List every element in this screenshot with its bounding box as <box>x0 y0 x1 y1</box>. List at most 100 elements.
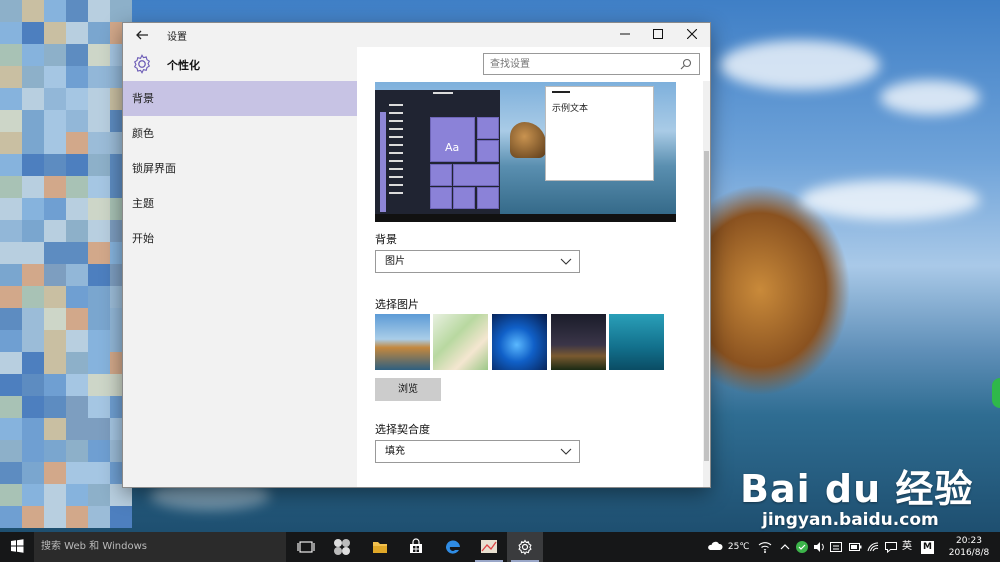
mosaic-cell <box>88 220 110 242</box>
taskbar-search[interactable]: 搜索 Web 和 Windows <box>34 532 286 562</box>
picture-thumbnail[interactable] <box>551 314 606 370</box>
taskbar-app-pinwheel[interactable] <box>324 532 360 562</box>
preview-menu-line <box>389 184 403 186</box>
mosaic-cell <box>0 286 22 308</box>
mosaic-cell <box>66 286 88 308</box>
mosaic-cell <box>44 176 66 198</box>
start-button[interactable] <box>0 532 34 562</box>
mosaic-cell <box>88 198 110 220</box>
battery-tray-icon[interactable] <box>848 532 862 562</box>
mosaic-cell <box>66 44 88 66</box>
content-scrollbar[interactable] <box>703 81 710 487</box>
taskbar-clock[interactable]: 20:23 2016/8/8 <box>944 535 994 559</box>
taskbar-app-paint[interactable] <box>471 532 507 562</box>
image-app-icon <box>481 540 497 553</box>
mosaic-cell <box>22 88 44 110</box>
wifi-icon[interactable] <box>758 532 772 562</box>
sidebar-item-start[interactable]: 开始 <box>123 221 357 256</box>
weather-widget[interactable]: 25℃ <box>707 532 749 562</box>
mosaic-cell <box>66 418 88 440</box>
background-type-dropdown[interactable]: 图片 <box>375 250 580 273</box>
mosaic-cell <box>22 506 44 528</box>
sidebar-item-themes[interactable]: 主题 <box>123 186 357 221</box>
mosaic-cell <box>0 352 22 374</box>
mosaic-cell <box>22 484 44 506</box>
mosaic-cell <box>44 440 66 462</box>
mosaic-cell <box>88 176 110 198</box>
mosaic-cell <box>22 154 44 176</box>
mosaic-cell <box>88 242 110 264</box>
window-title: 设置 <box>167 32 187 43</box>
back-button[interactable] <box>133 26 151 44</box>
mosaic-cell <box>44 242 66 264</box>
close-button[interactable] <box>675 23 709 47</box>
sidebar: 个性化 背景 颜色 锁屏界面 主题 开始 <box>123 47 357 487</box>
mosaic-cell <box>44 110 66 132</box>
mosaic-cell <box>110 0 132 22</box>
action-center-button[interactable] <box>884 532 898 562</box>
fit-dropdown[interactable]: 填充 <box>375 440 580 463</box>
preview-menu-line <box>389 168 403 170</box>
preview-tile-text: Aa <box>445 141 460 154</box>
temperature-text: 25℃ <box>727 542 750 552</box>
mosaic-cell <box>88 308 110 330</box>
picture-thumbnail[interactable] <box>609 314 664 370</box>
volume-tray-icon[interactable] <box>812 532 826 562</box>
ime-mode-indicator[interactable]: M <box>921 532 935 562</box>
taskbar-app-file-explorer[interactable] <box>362 532 398 562</box>
picture-thumbnails <box>375 314 667 370</box>
battery-icon <box>849 543 862 551</box>
taskbar-app-settings[interactable] <box>507 532 543 562</box>
mosaic-cell <box>22 440 44 462</box>
maximize-button[interactable] <box>641 23 675 47</box>
sidebar-item-colors[interactable]: 颜色 <box>123 116 357 151</box>
taskbar-app-edge[interactable] <box>435 532 471 562</box>
taskbar-app-store[interactable] <box>398 532 434 562</box>
preview-menu-line <box>389 152 403 154</box>
baidu-logo-text: Bai du 经验 <box>740 467 974 511</box>
sidebar-item-lock-screen[interactable]: 锁屏界面 <box>123 151 357 186</box>
preview-tile <box>430 117 475 162</box>
task-view-button[interactable] <box>288 532 324 562</box>
edge-notification-icon[interactable] <box>992 378 1000 408</box>
mosaic-cell <box>110 484 132 506</box>
mosaic-cell <box>0 264 22 286</box>
picture-thumbnail[interactable] <box>433 314 488 370</box>
network-tray-icon[interactable] <box>866 532 880 562</box>
background-preview: Aa 示例文本 <box>375 82 676 222</box>
mosaic-cell <box>88 330 110 352</box>
section-title: 个性化 <box>167 59 200 72</box>
preview-menu-line <box>389 144 403 146</box>
minimize-button[interactable] <box>608 23 642 47</box>
mosaic-cell <box>44 44 66 66</box>
mosaic-cell <box>22 132 44 154</box>
mosaic-cell <box>0 154 22 176</box>
mosaic-cell <box>44 308 66 330</box>
picture-thumbnail[interactable] <box>375 314 430 370</box>
security-tray-icon[interactable] <box>795 532 809 562</box>
back-arrow-icon <box>136 30 148 40</box>
preview-tile <box>477 140 499 162</box>
picture-thumbnail[interactable] <box>492 314 547 370</box>
mosaic-cell <box>66 176 88 198</box>
sidebar-item-background[interactable]: 背景 <box>123 81 357 116</box>
mosaic-cell <box>88 110 110 132</box>
mosaic-cell <box>22 396 44 418</box>
browse-button[interactable]: 浏览 <box>375 378 441 401</box>
preview-menu-line <box>389 128 403 130</box>
input-tray-icon[interactable] <box>829 532 843 562</box>
mosaic-cell <box>66 66 88 88</box>
ime-language-indicator[interactable]: 英 <box>902 532 914 562</box>
scrollbar-thumb[interactable] <box>704 151 709 461</box>
cloud <box>800 180 980 220</box>
search-input[interactable] <box>484 54 674 74</box>
mosaic-cell <box>0 330 22 352</box>
preview-menu-line <box>389 112 403 114</box>
show-hidden-icons-button[interactable] <box>779 532 791 562</box>
mosaic-cell <box>22 110 44 132</box>
preview-rock-image <box>510 122 546 158</box>
search-box[interactable] <box>483 53 700 75</box>
title-bar[interactable]: 设置 <box>123 23 710 47</box>
mosaic-blur-area <box>0 0 132 532</box>
search-icon[interactable] <box>679 57 693 71</box>
